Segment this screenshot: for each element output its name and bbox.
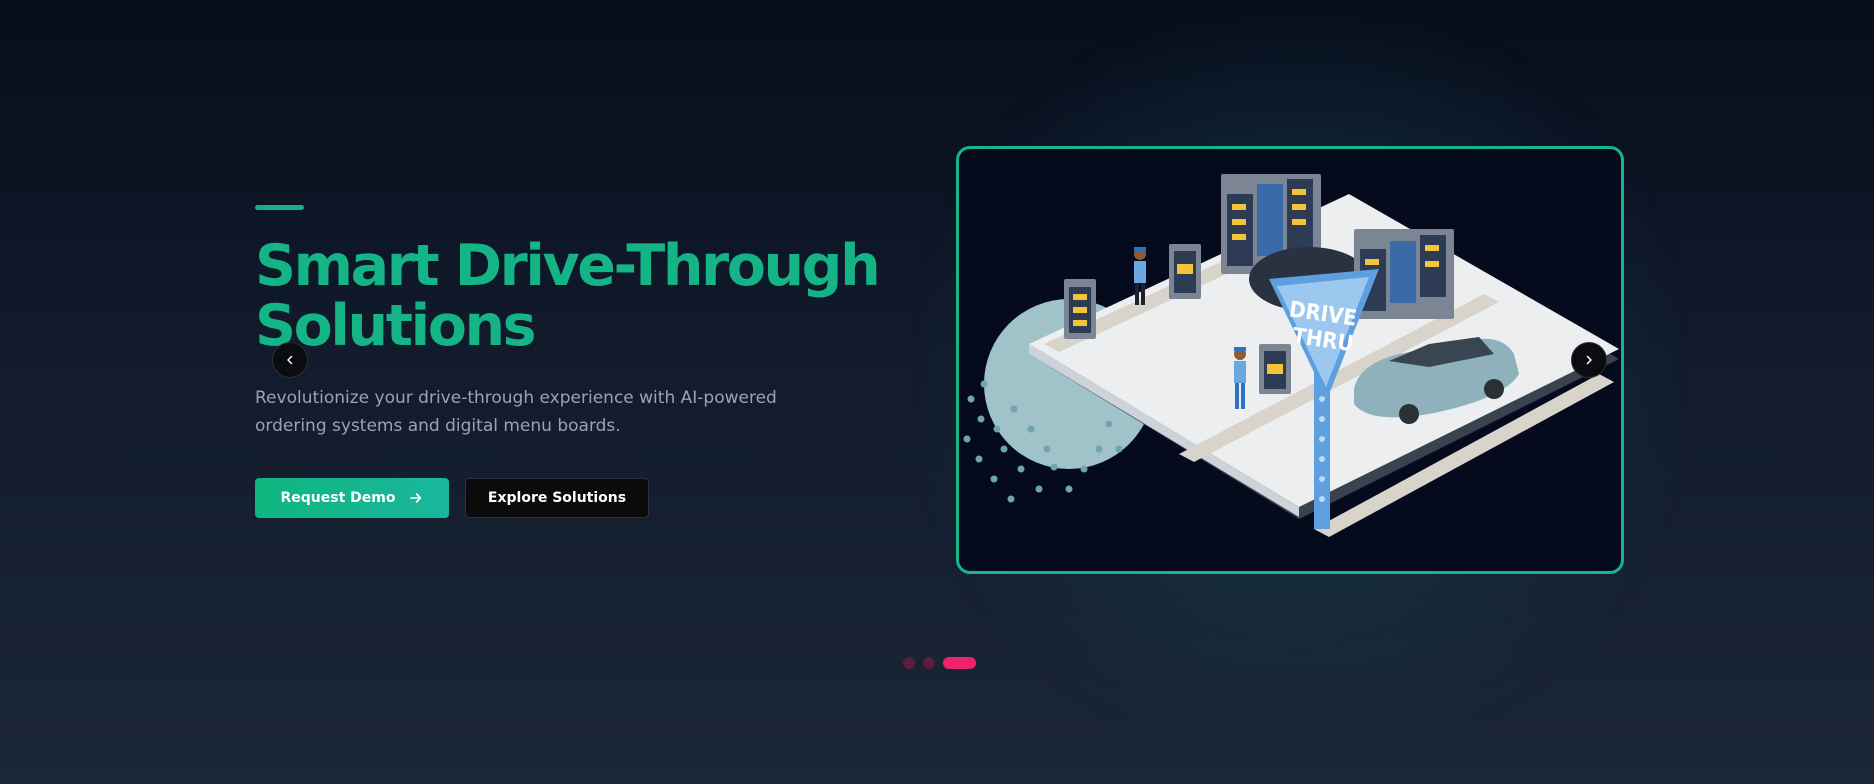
carousel-dot-2[interactable] [923,657,935,669]
request-demo-label: Request Demo [280,490,396,506]
chevron-right-icon [1583,351,1595,370]
arrow-right-icon [409,491,423,505]
page-title-line1: Smart Drive-Through [255,233,881,299]
explore-solutions-button[interactable]: Explore Solutions [465,478,649,518]
carousel-dot-3-active[interactable] [943,657,976,669]
drive-thru-illustration: DRIVE THRU [963,174,1619,537]
menu-board-small [1259,344,1291,394]
cta-row: Request Demo Explore Solutions [255,478,895,518]
hero-content: Smart Drive-Through Solutions Revolution… [255,205,895,518]
menu-board-small [1064,279,1096,339]
carousel-slide: DRIVE THRU [956,146,1624,574]
request-demo-button[interactable]: Request Demo [255,478,449,518]
carousel-prev-button[interactable] [272,342,308,378]
accent-bar [255,205,304,210]
chevron-left-icon [284,351,296,370]
carousel-indicators [903,657,976,669]
page-title: Smart Drive-Through Solutions [255,236,895,356]
hero-subtitle: Revolutionize your drive-through experie… [255,388,777,436]
carousel-dot-1[interactable] [903,657,915,669]
carousel-next-button[interactable] [1571,342,1607,378]
menu-board-small [1169,244,1201,299]
